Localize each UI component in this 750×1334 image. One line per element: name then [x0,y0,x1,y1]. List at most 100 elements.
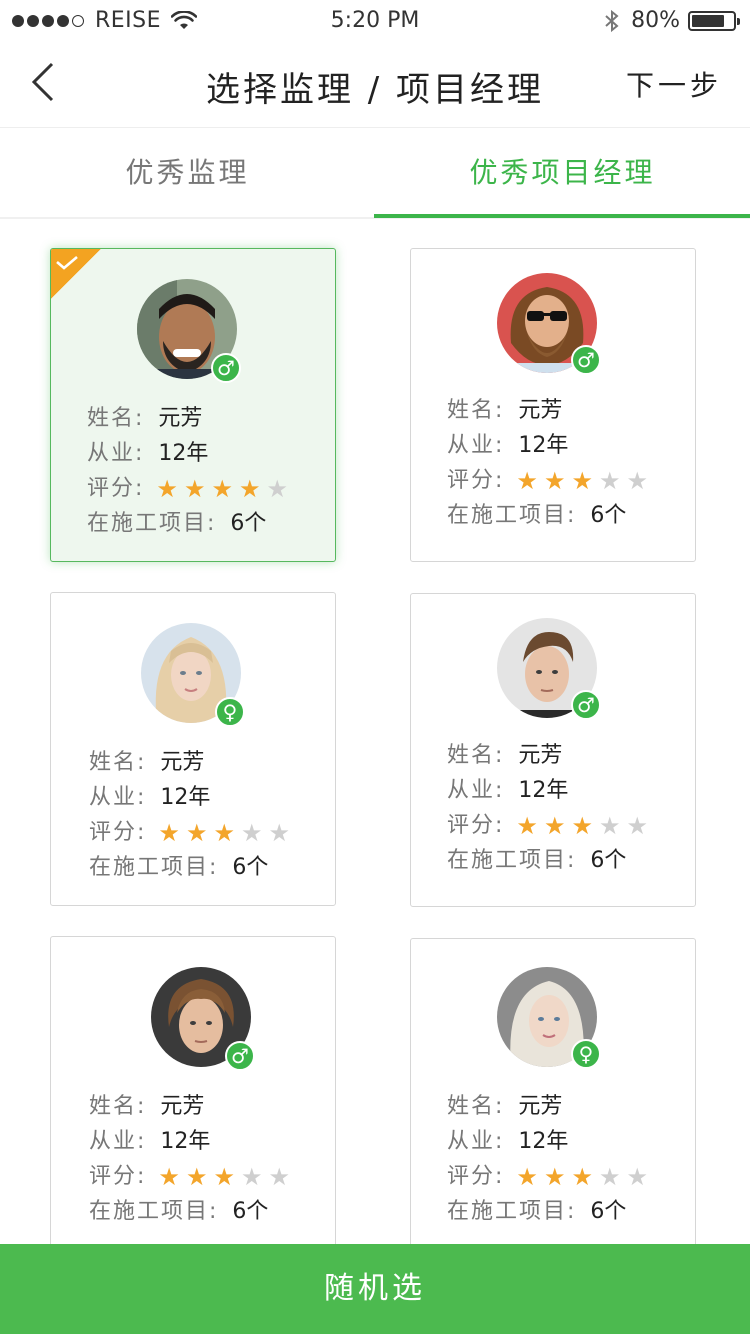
rating-stars: ★ ★ ★ ★ ★ [158,821,296,845]
rating-stars: ★ ★ ★ ★ ★ [158,1165,296,1189]
projects-label: 在施工项目: [447,1199,577,1224]
rating-label: 评分: [447,813,505,838]
star-filled-icon: ★ [543,811,566,840]
card-info: 姓名: 元芳 从业: 12年 评分: ★ ★ ★ ★ ★ 在施工项目: 6个 [447,738,685,878]
star-filled-icon: ★ [571,1162,593,1191]
male-icon: ♂ [571,690,601,720]
projects-value: 6个 [590,503,627,528]
star-empty-icon: ★ [626,811,648,840]
experience-label: 从业: [89,785,147,810]
star-empty-icon: ★ [598,466,621,495]
card-info: 姓名: 元芳 从业: 12年 评分: ★ ★ ★ ★ ★ 在施工项目: 6个 [87,401,325,541]
rating-stars: ★ ★ ★ ★ ★ [516,1165,654,1189]
star-filled-icon: ★ [183,474,206,503]
star-empty-icon: ★ [626,1162,648,1191]
name-label: 姓名: [89,1094,147,1119]
checkmark-icon [56,256,78,270]
manager-card[interactable]: ♂ 姓名: 元芳 从业: 12年 评分: ★ ★ ★ ★ ★ 在施工项目: 6个 [410,248,696,562]
rating-label: 评分: [447,1164,505,1189]
manager-card[interactable]: ♀ 姓名: 元芳 从业: 12年 评分: ★ ★ ★ ★ ★ 在施工项目: 6个 [50,592,336,906]
male-icon: ♂ [211,353,241,383]
manager-card[interactable]: ♀ 姓名: 元芳 从业: 12年 评分: ★ ★ ★ ★ ★ 在施工项目: 6个 [410,938,696,1252]
battery-icon [688,10,740,31]
bluetooth-icon [605,9,619,32]
star-empty-icon: ★ [240,1162,263,1191]
male-icon: ♂ [225,1041,255,1071]
random-select-button[interactable]: 随机选 [0,1244,750,1334]
star-filled-icon: ★ [185,1162,208,1191]
projects-value: 6个 [590,848,627,873]
rating-stars: ★ ★ ★ ★ ★ [516,469,654,493]
tab-excellent-project-manager[interactable]: 优秀项目经理 [375,129,750,219]
star-filled-icon: ★ [213,1162,235,1191]
star-filled-icon: ★ [571,466,593,495]
star-filled-icon: ★ [543,1162,566,1191]
nav-bar: 选择监理 / 项目经理 下一步 [0,44,750,128]
star-filled-icon: ★ [211,474,233,503]
experience-label: 从业: [89,1129,147,1154]
experience-value: 12年 [518,778,569,803]
projects-label: 在施工项目: [447,503,577,528]
projects-value: 6个 [232,855,269,880]
status-bar: REISE 5:20 PM 80% [0,0,750,44]
projects-label: 在施工项目: [89,855,219,880]
card-info: 姓名: 元芳 从业: 12年 评分: ★ ★ ★ ★ ★ 在施工项目: 6个 [89,1089,325,1229]
status-right: 80% [603,8,740,33]
screen: REISE 5:20 PM 80% 选择监理 / 项目经理 下一步 优秀监理 优… [0,0,750,1334]
manager-card[interactable]: ♂ 姓名: 元芳 从业: 12年 评分: ★ ★ ★ ★ ★ 在施工项目: 6个 [50,248,336,562]
name-label: 姓名: [447,743,505,768]
experience-label: 从业: [447,778,505,803]
experience-value: 12年 [160,1129,211,1154]
experience-value: 12年 [518,433,569,458]
manager-card[interactable]: ♂ 姓名: 元芳 从业: 12年 评分: ★ ★ ★ ★ ★ 在施工项目: 6个 [410,593,696,907]
star-empty-icon: ★ [268,1162,290,1191]
star-filled-icon: ★ [156,474,178,503]
experience-value: 12年 [160,785,211,810]
experience-value: 12年 [518,1129,569,1154]
rating-label: 评分: [89,820,147,845]
name-value: 元芳 [160,750,205,775]
star-filled-icon: ★ [158,818,180,847]
selected-check-badge [51,249,101,299]
name-value: 元芳 [518,743,563,768]
rating-label: 评分: [447,468,505,493]
rating-stars: ★ ★ ★ ★ ★ [156,477,294,501]
rating-label: 评分: [87,476,145,501]
star-filled-icon: ★ [516,811,538,840]
star-empty-icon: ★ [268,818,290,847]
experience-value: 12年 [158,441,209,466]
experience-label: 从业: [87,441,145,466]
star-empty-icon: ★ [240,818,263,847]
active-tab-indicator [374,214,750,218]
star-filled-icon: ★ [158,1162,180,1191]
projects-value: 6个 [232,1199,269,1224]
tab-bar: 优秀监理 优秀项目经理 [0,129,750,219]
name-value: 元芳 [518,398,563,423]
name-value: 元芳 [158,406,203,431]
star-filled-icon: ★ [213,818,235,847]
female-icon: ♀ [571,1039,601,1069]
star-filled-icon: ★ [543,466,566,495]
next-step-button[interactable]: 下一步 [626,64,722,104]
star-filled-icon: ★ [238,474,261,503]
card-info: 姓名: 元芳 从业: 12年 评分: ★ ★ ★ ★ ★ 在施工项目: 6个 [89,745,325,885]
card-info: 姓名: 元芳 从业: 12年 评分: ★ ★ ★ ★ ★ 在施工项目: 6个 [447,1089,685,1229]
star-empty-icon: ★ [626,466,648,495]
star-empty-icon: ★ [266,474,288,503]
name-label: 姓名: [447,1094,505,1119]
battery-percent: 80% [631,8,680,33]
projects-label: 在施工项目: [89,1199,219,1224]
projects-value: 6个 [230,511,267,536]
projects-label: 在施工项目: [87,511,217,536]
rating-label: 评分: [89,1164,147,1189]
star-filled-icon: ★ [185,818,208,847]
card-info: 姓名: 元芳 从业: 12年 评分: ★ ★ ★ ★ ★ 在施工项目: 6个 [447,393,685,533]
star-empty-icon: ★ [598,811,621,840]
name-label: 姓名: [87,406,145,431]
experience-label: 从业: [447,433,505,458]
manager-card[interactable]: ♂ 姓名: 元芳 从业: 12年 评分: ★ ★ ★ ★ ★ 在施工项目: 6个 [50,936,336,1250]
projects-value: 6个 [590,1199,627,1224]
tab-excellent-supervisor[interactable]: 优秀监理 [0,129,375,219]
rating-stars: ★ ★ ★ ★ ★ [516,814,654,838]
name-value: 元芳 [518,1094,563,1119]
